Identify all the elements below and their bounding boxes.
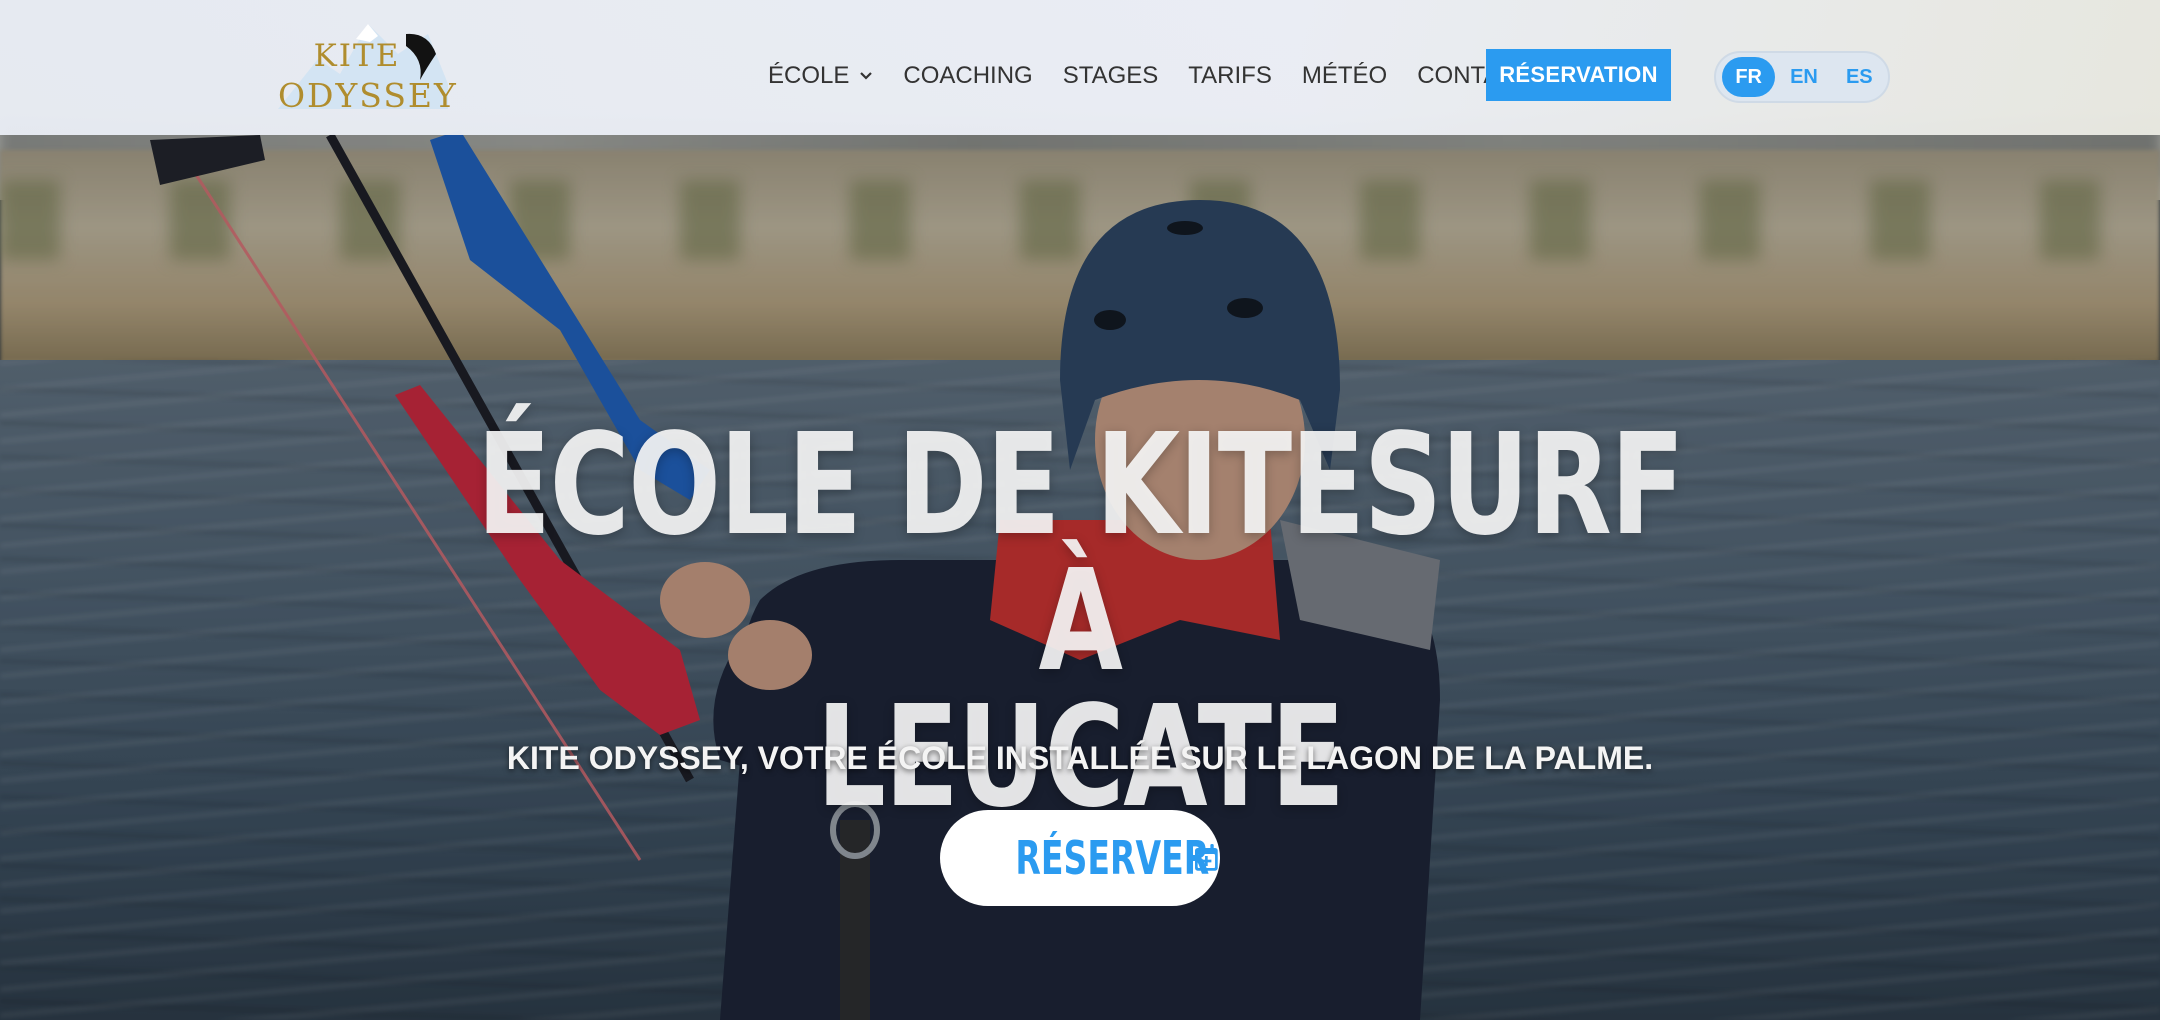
lang-option-fr[interactable]: FR	[1722, 57, 1776, 97]
nav-item-ecole[interactable]: ÉCOLE	[768, 62, 873, 90]
language-switcher: FR EN ES	[1714, 51, 1890, 103]
reserver-button[interactable]: RÉSERVER	[940, 810, 1220, 906]
main-nav: ÉCOLE COACHING STAGES TARIFS MÉTÉO CONTA…	[768, 56, 1561, 96]
nav-item-label: STAGES	[1062, 62, 1159, 89]
nav-item-label: COACHING	[903, 62, 1033, 89]
site-logo[interactable]: KITE ODYSSEY	[278, 14, 458, 122]
lang-option-en[interactable]: EN	[1777, 57, 1830, 97]
nav-item-label: MÉTÉO	[1301, 62, 1388, 89]
nav-item-tarifs[interactable]: TARIFS	[1188, 62, 1272, 90]
nav-item-label: ÉCOLE	[768, 62, 850, 89]
reservation-button[interactable]: RÉSERVATION	[1486, 49, 1671, 101]
lang-option-es[interactable]: ES	[1833, 57, 1886, 97]
logo-word-kite: KITE	[313, 38, 401, 74]
nav-item-coaching[interactable]: COACHING	[903, 62, 1032, 90]
nav-item-stages[interactable]: STAGES	[1063, 62, 1159, 90]
chevron-down-icon	[860, 72, 873, 80]
site-header: KITE ODYSSEY ÉCOLE COACHING STAGES TARIF…	[0, 0, 2160, 135]
nav-item-meteo[interactable]: MÉTÉO	[1302, 62, 1387, 90]
nav-item-label: TARIFS	[1188, 62, 1272, 89]
hero-title-line-1: ÉCOLE DE KITESURF À	[476, 404, 1685, 703]
logo-word-odyssey: ODYSSEY	[278, 76, 458, 115]
reserver-button-label: RÉSERVER	[1015, 831, 1210, 885]
hero-subtitle: KITE ODYSSEY, VOTRE ÉCOLE INSTALLÉE SUR …	[506, 740, 1654, 776]
